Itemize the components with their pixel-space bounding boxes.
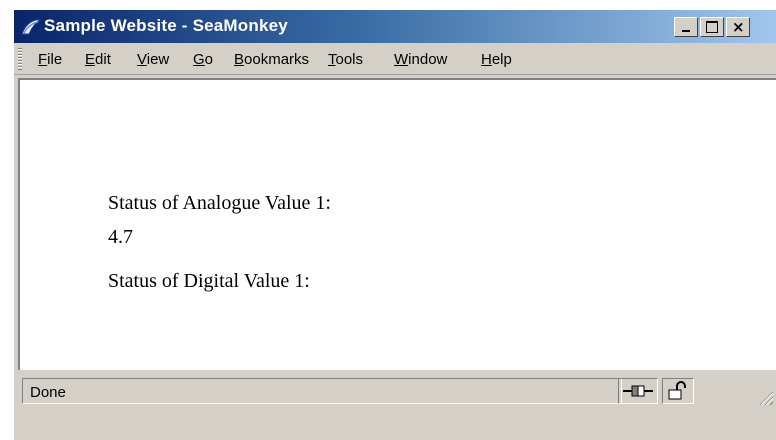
digital-status-label: Status of Digital Value 1: [108,270,310,292]
status-bar: Done [14,374,776,410]
close-icon: × [732,18,745,36]
status-panel [22,378,622,404]
unlocked-padlock-icon [668,381,686,400]
window-controls: × [674,17,750,39]
menu-view[interactable]: View [137,51,169,68]
menu-window[interactable]: Window [394,51,447,68]
seamonkey-icon [21,19,42,35]
menu-file[interactable]: File [38,51,62,68]
online-connection-icon [623,385,653,397]
analogue-status-value: 4.7 [108,226,133,248]
close-button[interactable]: × [726,17,750,37]
toolbar-grip[interactable] [18,48,22,70]
maximize-button[interactable] [700,17,724,37]
menu-edit[interactable]: Edit [85,51,111,68]
menu-go[interactable]: Go [193,51,213,68]
browser-window: Sample Website - SeaMonkey × File Edit V… [14,10,776,440]
maximize-icon [706,21,718,33]
security-status[interactable] [662,378,694,404]
connection-status[interactable] [618,378,658,404]
minimize-icon [682,30,690,32]
status-text: Done [30,384,66,401]
minimize-button[interactable] [674,17,698,37]
title-bar[interactable]: Sample Website - SeaMonkey × [14,10,776,43]
menu-bookmarks[interactable]: Bookmarks [234,51,309,68]
analogue-status-label: Status of Analogue Value 1: [108,192,331,214]
menu-bar: File Edit View Go Bookmarks Tools Window… [14,44,776,75]
resize-grip-icon[interactable] [756,388,774,406]
window-title: Sample Website - SeaMonkey [44,16,288,35]
menu-tools[interactable]: Tools [328,51,363,68]
menu-help[interactable]: Help [481,51,512,68]
page-content: Status of Analogue Value 1: 4.7 Status o… [18,78,776,370]
